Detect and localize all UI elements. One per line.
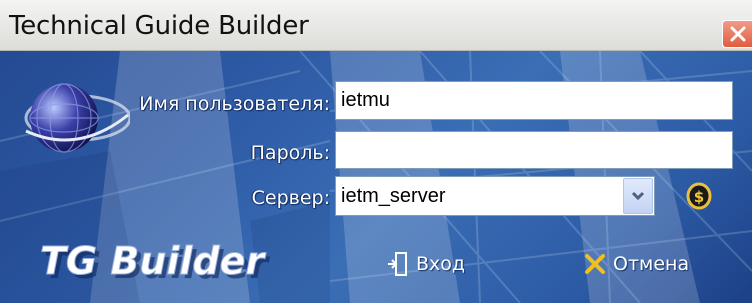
server-select-value: ietm_server [341, 185, 446, 207]
username-label: Имя пользователя: [139, 93, 330, 115]
server-select[interactable]: ietm_server [335, 176, 655, 216]
login-button-label: Вход [416, 253, 466, 275]
tg-builder-logo: TG Builder TG Builder [40, 239, 271, 288]
server-label: Сервер: [251, 187, 330, 209]
close-icon [730, 26, 746, 42]
chevron-down-icon [631, 191, 645, 201]
password-label: Пароль: [250, 142, 330, 164]
cancel-button-label: Отмена [613, 253, 690, 275]
logo-text: TG Builder [40, 239, 266, 283]
login-panel: Имя пользователя: Пароль: Сервер: ietm_s… [0, 51, 752, 303]
close-button[interactable] [722, 20, 752, 48]
login-window: Technical Guide Builder Имя пользователя… [0, 0, 752, 303]
cancel-button[interactable]: Отмена [583, 248, 689, 280]
title-bar: Technical Guide Builder [0, 0, 752, 51]
password-input[interactable] [335, 131, 733, 169]
username-input[interactable] [335, 81, 733, 120]
svg-text:$: $ [694, 188, 704, 206]
server-settings-icon[interactable]: $ [686, 182, 712, 210]
login-door-icon [388, 252, 407, 276]
cancel-x-icon [585, 254, 605, 274]
server-dropdown-button[interactable] [623, 178, 653, 214]
window-title: Technical Guide Builder [9, 11, 309, 41]
login-button[interactable]: Вход [386, 247, 465, 281]
